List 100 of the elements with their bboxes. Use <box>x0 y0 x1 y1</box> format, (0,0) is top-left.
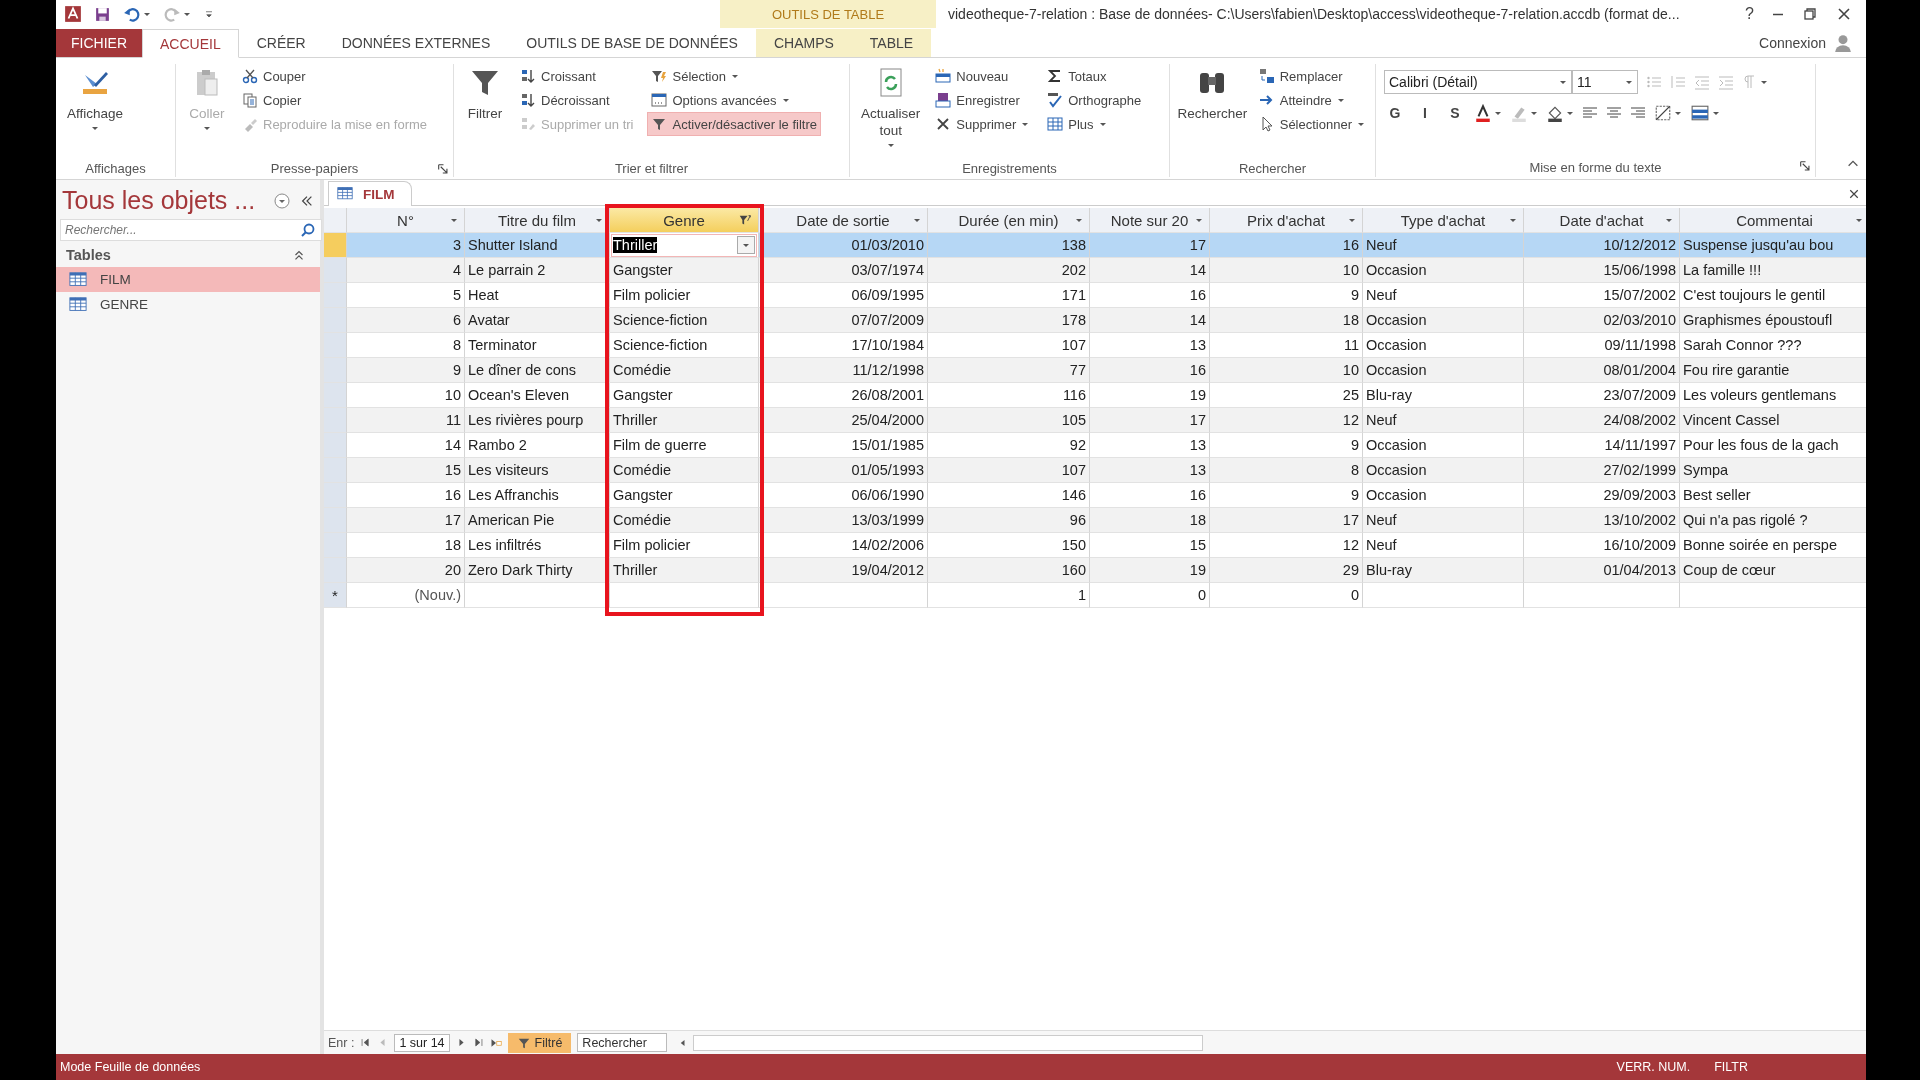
ribbon-button[interactable]: Activer/désactiver le filtre <box>647 112 821 136</box>
font-color-icon <box>1474 104 1492 122</box>
search-field[interactable]: Rechercher <box>577 1033 668 1052</box>
nav-item[interactable]: GENRE <box>56 292 320 317</box>
column-header[interactable]: Genre <box>610 208 759 233</box>
table-cell: Occasion <box>1366 262 1427 278</box>
table-cell: 107 <box>1061 462 1086 478</box>
numbering-button[interactable] <box>1670 74 1686 90</box>
gridlines-button[interactable] <box>1654 104 1682 122</box>
collapse-section-button[interactable] <box>292 248 306 262</box>
indent-button[interactable] <box>1718 74 1734 90</box>
new-record-icon <box>935 68 952 84</box>
ribbon-button[interactable]: Sélectionner <box>1254 112 1369 136</box>
table-cell: 11/12/1998 <box>852 362 924 378</box>
bullets-button[interactable] <box>1646 74 1662 90</box>
column-header[interactable]: Date d'achat <box>1524 208 1680 233</box>
undo-button[interactable] <box>123 5 151 23</box>
document-tab[interactable]: FILM <box>328 181 412 206</box>
table-cell: (Nouv.) <box>414 587 461 603</box>
column-header[interactable]: Prix d'achat <box>1210 208 1363 233</box>
caret-icon <box>1509 217 1517 223</box>
font-color-button[interactable] <box>1474 104 1502 122</box>
select-all-corner[interactable] <box>324 208 347 233</box>
first-record-button[interactable] <box>360 1037 372 1048</box>
align-center-button[interactable] <box>1606 105 1622 121</box>
ribbon-tab[interactable]: FICHIER <box>56 29 142 57</box>
caret-icon <box>1559 79 1567 85</box>
column-header[interactable]: Titre du film <box>465 208 610 233</box>
dialog-launcher[interactable] <box>438 164 449 175</box>
minimize-button[interactable] <box>1772 12 1784 16</box>
ribbon-tab[interactable]: DONNÉES EXTERNES <box>323 29 509 57</box>
table-cell: 16 <box>1189 487 1206 503</box>
text-style-button[interactable]: G <box>1384 102 1406 124</box>
outdent-button[interactable] <box>1694 74 1710 90</box>
ribbon-button[interactable]: Décroissant <box>516 88 638 112</box>
restore-button[interactable] <box>1802 6 1818 22</box>
ribbon-button[interactable]: Nouveau <box>931 64 1034 88</box>
selection-filter-icon <box>651 68 668 84</box>
dialog-launcher[interactable] <box>1800 161 1811 172</box>
ribbon-button[interactable]: Atteindre <box>1254 88 1369 112</box>
help-button[interactable]: ? <box>1745 5 1754 23</box>
group-label: Trier et filtrer <box>614 161 689 176</box>
ribbon-button[interactable]: Plus <box>1043 112 1146 136</box>
nav-item[interactable]: FILM <box>56 267 320 292</box>
table-cell: 14 <box>444 437 461 453</box>
table-cell: 92 <box>1069 437 1086 453</box>
column-header[interactable]: Type d'achat <box>1363 208 1524 233</box>
align-left-button[interactable] <box>1582 105 1598 121</box>
ribbon-tab[interactable]: TABLE <box>851 29 932 57</box>
combo-field[interactable]: Thriller <box>611 233 757 257</box>
close-document-button[interactable] <box>1848 188 1860 200</box>
table-cell: 16 <box>444 487 461 503</box>
ribbon-tab[interactable]: CHAMPS <box>755 29 852 57</box>
ribbon-tab[interactable]: ACCUEIL <box>142 29 239 58</box>
table-cell: Occasion <box>1366 437 1427 453</box>
align-right-button[interactable] <box>1630 105 1646 121</box>
table-cell: Les voleurs gentlemans <box>1683 387 1837 403</box>
ribbon-button[interactable]: Sélection <box>647 64 821 88</box>
ribbon-button[interactable]: Affichage <box>62 64 129 160</box>
sign-in-link[interactable]: Connexion <box>1759 34 1826 51</box>
collapse-pane-button[interactable] <box>300 193 314 208</box>
text-style-button[interactable]: I <box>1414 102 1436 124</box>
section-header[interactable]: Tables <box>66 247 111 263</box>
ribbon-button[interactable]: Rechercher <box>1176 64 1249 160</box>
fill-color-button[interactable] <box>1546 104 1574 122</box>
column-header[interactable]: Durée (en min) <box>928 208 1090 233</box>
ribbon-button[interactable]: Couper <box>238 64 432 88</box>
redo-button[interactable] <box>163 5 191 23</box>
close-button[interactable] <box>1836 6 1852 22</box>
ribbon-button[interactable]: Filtrer <box>460 64 510 160</box>
ribbon-tab[interactable]: OUTILS DE BASE DE DONNÉES <box>508 29 756 57</box>
record-position-field[interactable]: 1 sur 14 <box>394 1033 450 1052</box>
ribbon-button[interactable]: Orthographe <box>1043 88 1146 112</box>
font-name-field[interactable]: Calibri (Détail) <box>1384 70 1572 94</box>
ribbon-button[interactable]: Totaux <box>1043 64 1146 88</box>
save-button[interactable] <box>94 5 111 23</box>
column-header[interactable]: Commentai <box>1680 208 1866 233</box>
sort-ascending-icon <box>520 68 536 84</box>
table-cell: 13/10/2002 <box>1603 512 1676 528</box>
last-record-button[interactable] <box>472 1037 484 1048</box>
ribbon-button[interactable]: Enregistrer <box>931 88 1034 112</box>
pane-menu-button[interactable] <box>274 192 290 209</box>
ribbon-button[interactable]: Remplacer <box>1254 64 1369 88</box>
ribbon-button[interactable]: Actualiser tout <box>856 64 926 160</box>
column-header[interactable]: Note sur 20 <box>1090 208 1210 233</box>
alternate-row-color-button[interactable] <box>1690 104 1720 122</box>
ribbon-button[interactable]: Copier <box>238 88 432 112</box>
column-header[interactable]: N° <box>347 208 465 233</box>
text-style-button[interactable]: S <box>1444 102 1466 124</box>
search-field[interactable]: Rechercher... <box>60 219 322 241</box>
filter-toggle-button[interactable]: Filtré <box>507 1032 572 1053</box>
ribbon-button[interactable]: Options avancées <box>647 88 821 112</box>
numbering-icon <box>1670 74 1686 90</box>
paragraph-direction-button[interactable] <box>1742 74 1768 90</box>
horizontal-scrollbar[interactable] <box>693 1034 1204 1051</box>
ribbon-tab[interactable]: CRÉER <box>238 29 324 57</box>
font-size-field[interactable]: 11 <box>1572 70 1638 94</box>
column-header[interactable]: Date de sortie <box>759 208 928 233</box>
ribbon-button[interactable]: Supprimer <box>931 112 1034 136</box>
ribbon-button[interactable]: Croissant <box>516 64 638 88</box>
